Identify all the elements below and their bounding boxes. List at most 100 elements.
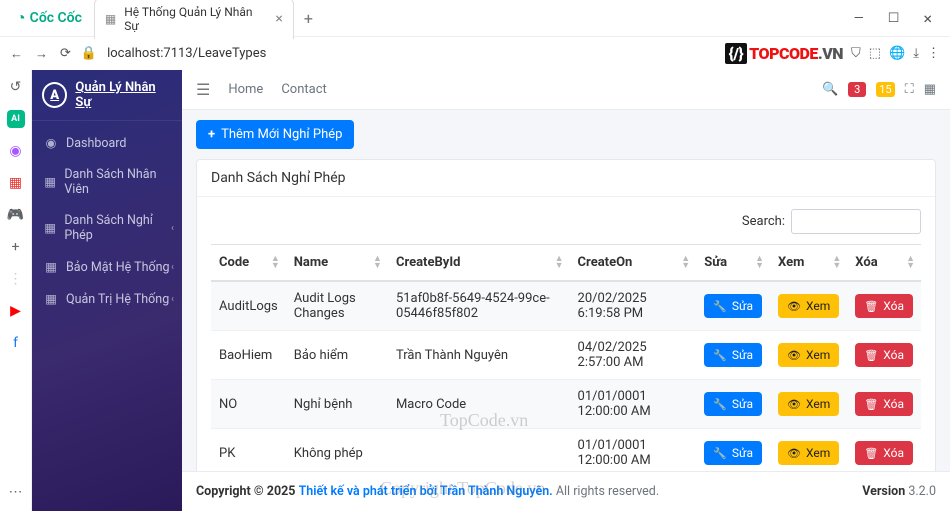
search-input[interactable] [791, 209, 921, 234]
menu-icon[interactable]: ⋮ [927, 46, 940, 61]
window-close[interactable]: × [913, 9, 942, 28]
facebook-icon[interactable]: f [7, 334, 25, 352]
app-frame: A Quản Lý Nhân Sự ◉ Dashboard ▦ Danh Sác… [32, 70, 950, 511]
nav-contact[interactable]: Contact [281, 82, 326, 97]
tab-close-icon[interactable]: × [275, 11, 282, 27]
view-button[interactable]: 👁Xem [778, 441, 839, 465]
sidebar-item-3[interactable]: ▦ Bảo Mật Hệ Thống ‹ [32, 251, 182, 283]
col-header[interactable]: CreateById▲▼ [388, 245, 570, 282]
cell-createon: 20/02/2025 6:19:58 PM [570, 281, 697, 331]
game-icon[interactable]: 🎮 [7, 206, 25, 224]
back-button[interactable]: ← [10, 46, 23, 62]
apps-icon[interactable]: ▦ [924, 82, 936, 97]
menu-label: Bảo Mật Hệ Thống [66, 260, 170, 275]
window-maximize[interactable]: ☐ [878, 11, 910, 26]
sort-icon: ▲▼ [906, 256, 915, 270]
cell-createon: 01/01/0001 12:00:00 AM [570, 380, 697, 429]
col-header[interactable]: Xem▲▼ [770, 245, 847, 282]
menu-icon: ▦ [44, 220, 56, 236]
add-button[interactable]: + Thêm Mới Nghỉ Phép [196, 120, 354, 149]
footer-right: Version 3.2.0 [862, 484, 936, 499]
hamburger-icon[interactable]: ☰ [196, 80, 210, 99]
main: ☰ Home Contact 🔍 3 15 ⛶ ▦ + Thêm Mới Ngh… [182, 70, 950, 511]
edit-button[interactable]: 🔧Sửa [704, 294, 762, 318]
url-text[interactable]: localhost:7113/LeaveTypes [107, 46, 715, 61]
fullscreen-icon[interactable]: ⛶ [905, 82, 914, 97]
copyright: Copyright © 2025 [196, 484, 295, 499]
globe-icon[interactable]: 🌐 [889, 46, 905, 61]
col-header[interactable]: CreateOn▲▼ [570, 245, 697, 282]
eye-icon: 👁 [787, 300, 801, 313]
sort-icon: ▲▼ [832, 256, 841, 270]
history-icon[interactable]: ↺ [7, 78, 25, 96]
tab-bar: ◔ Cốc Cốc ▦ Hệ Thống Quản Lý Nhân Sự × +… [0, 0, 950, 36]
wrench-icon: 🔧 [713, 349, 727, 362]
table-header-row: Code▲▼Name▲▼CreateById▲▼CreateOn▲▼Sửa▲▼X… [211, 245, 921, 282]
extension-icon[interactable]: ⬚ [869, 46, 881, 61]
topbar-right: 🔍 3 15 ⛶ ▦ [822, 82, 936, 97]
chevron-left-icon: ‹ [171, 262, 174, 273]
new-tab-button[interactable]: + [298, 9, 319, 28]
cell-createby: Macro Code [388, 380, 570, 429]
messenger-icon[interactable]: ◉ [7, 142, 25, 160]
extensions: {/}TOPCODE.VN ⛉ ⬚ 🌐 ⤓ ⋮ [725, 44, 940, 63]
search-icon[interactable]: 🔍 [822, 82, 838, 97]
view-button[interactable]: 👁Xem [778, 343, 839, 367]
add-icon[interactable]: + [7, 238, 25, 256]
sort-icon: ▲▼ [373, 256, 382, 270]
edit-button[interactable]: 🔧Sửa [704, 441, 762, 465]
edit-button[interactable]: 🔧Sửa [704, 343, 762, 367]
window-minimize[interactable]: — [844, 11, 874, 26]
col-header[interactable]: Code▲▼ [211, 245, 286, 282]
delete-button[interactable]: 🗑Xóa [855, 441, 913, 465]
content: + Thêm Mới Nghỉ Phép Danh Sách Nghỉ Phép… [182, 110, 950, 471]
menu-icon: ▦ [44, 291, 58, 307]
download-icon[interactable]: ⤓ [913, 46, 919, 61]
footer-author-link[interactable]: Thiết kế và phát triển bởi Trần Thành Ng… [299, 484, 553, 499]
alert-badge[interactable]: 15 [876, 82, 894, 97]
cell-name: Nghỉ bệnh [286, 380, 388, 429]
col-header[interactable]: Name▲▼ [286, 245, 388, 282]
edit-button[interactable]: 🔧Sửa [704, 392, 762, 416]
reload-button[interactable]: ⟳ [60, 46, 71, 62]
card: Danh Sách Nghỉ Phép Search: Code▲▼Name▲▼… [196, 159, 936, 471]
cell-code: BaoHiem [211, 331, 286, 380]
browser-chrome: ◔ Cốc Cốc ▦ Hệ Thống Quản Lý Nhân Sự × +… [0, 0, 950, 71]
search-row: Search: [211, 209, 921, 234]
table-row: NO Nghỉ bệnh Macro Code 01/01/0001 12:00… [211, 380, 921, 429]
menu-icon: ▦ [44, 259, 58, 275]
notif-badge[interactable]: 3 [848, 82, 866, 97]
view-button[interactable]: 👁Xem [778, 294, 839, 318]
wrench-icon: 🔧 [713, 300, 727, 313]
delete-button[interactable]: 🗑Xóa [855, 294, 913, 318]
brand[interactable]: A Quản Lý Nhân Sự [32, 70, 182, 121]
forward-button[interactable]: → [35, 46, 48, 62]
cell-createon: 04/02/2025 2:57:00 AM [570, 331, 697, 380]
sidebar-item-4[interactable]: ▦ Quản Trị Hệ Thống ‹ [32, 283, 182, 315]
more-icon[interactable]: ⋯ [7, 483, 25, 501]
stream-icon[interactable]: ▦ [7, 174, 25, 192]
delete-button[interactable]: 🗑Xóa [855, 343, 913, 367]
sidebar-item-0[interactable]: ◉ Dashboard [32, 127, 182, 159]
data-table: Code▲▼Name▲▼CreateById▲▼CreateOn▲▼Sửa▲▼X… [211, 244, 921, 471]
view-button[interactable]: 👁Xem [778, 392, 839, 416]
wrench-icon: 🔧 [713, 447, 727, 460]
sidebar-item-2[interactable]: ▦ Danh Sách Nghỉ Phép ‹ [32, 205, 182, 251]
cell-code: AuditLogs [211, 281, 286, 331]
lock-icon: 🔒 [81, 46, 97, 61]
brand-text: Quản Lý Nhân Sự [75, 80, 172, 110]
col-header[interactable]: Xóa▲▼ [847, 245, 921, 282]
chevron-left-icon: ‹ [171, 223, 174, 234]
col-header[interactable]: Sửa▲▼ [696, 245, 770, 282]
sidebar-item-1[interactable]: ▦ Danh Sách Nhân Viên [32, 159, 182, 205]
delete-button[interactable]: 🗑Xóa [855, 392, 913, 416]
shield-icon[interactable]: ⛉ [851, 46, 861, 61]
cell-createby: 51af0b8f-5649-4524-99ce-05446f85f802 [388, 281, 570, 331]
ai-icon[interactable]: AI [7, 110, 25, 128]
version: 3.2.0 [905, 484, 936, 499]
topcode-logo: {/}TOPCODE.VN [725, 44, 843, 63]
browser-tab[interactable]: ▦ Hệ Thống Quản Lý Nhân Sự × [94, 0, 294, 39]
youtube-icon[interactable]: ▶ [7, 302, 25, 320]
table-row: PK Không phép 01/01/0001 12:00:00 AM 🔧Sử… [211, 429, 921, 472]
nav-home[interactable]: Home [228, 82, 263, 97]
